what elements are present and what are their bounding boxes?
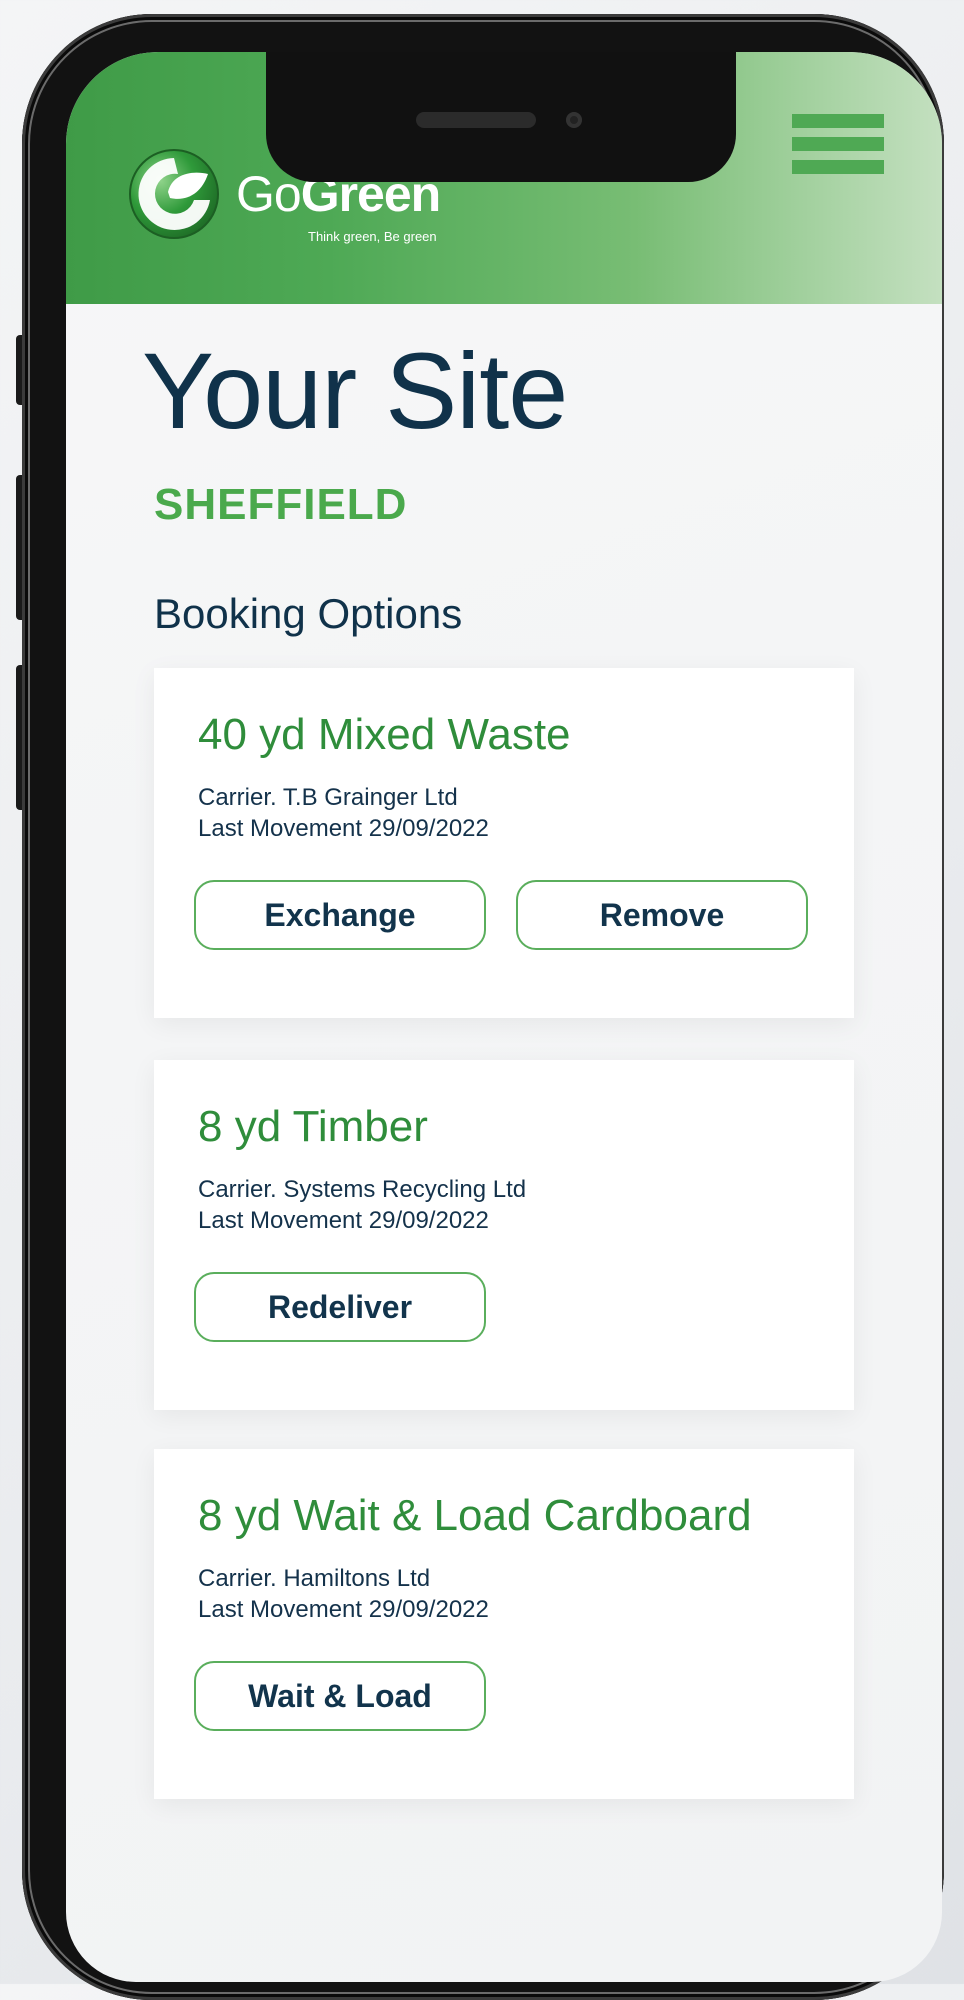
gogreen-leaf-logo-icon — [128, 148, 220, 240]
brand-tagline: Think green, Be green — [308, 229, 437, 244]
section-title: Booking Options — [154, 590, 463, 637]
booking-carrier: Carrier. Hamiltons Ltd — [198, 1565, 431, 1592]
booking-carrier: Carrier. T.B Grainger Ltd — [198, 784, 458, 811]
booking-card: 40 yd Mixed Waste Carrier. T.B Grainger … — [154, 668, 854, 1018]
menu-bar — [792, 114, 884, 128]
phone-notch — [266, 52, 736, 182]
hamburger-menu-icon[interactable] — [792, 114, 884, 174]
booking-title: 40 yd Mixed Waste — [198, 710, 571, 759]
booking-carrier: Carrier. Systems Recycling Ltd — [198, 1176, 527, 1203]
page-title: Your Site — [142, 330, 568, 451]
booking-details: Carrier. Systems Recycling Ltd Last Move… — [198, 1174, 526, 1236]
front-camera — [566, 112, 582, 128]
earpiece-speaker — [416, 112, 536, 128]
booking-card: 8 yd Wait & Load Cardboard Carrier. Hami… — [154, 1449, 854, 1799]
wait-and-load-button[interactable]: Wait & Load — [194, 1661, 486, 1731]
booking-last-movement: Last Movement 29/09/2022 — [198, 815, 489, 842]
booking-details: Carrier. Hamiltons Ltd Last Movement 29/… — [198, 1563, 489, 1625]
booking-title: 8 yd Wait & Load Cardboard — [198, 1491, 752, 1540]
phone-screen: GoGreen® Think green, Be green Your Site… — [66, 52, 942, 1982]
menu-bar — [792, 137, 884, 151]
booking-title: 8 yd Timber — [198, 1102, 428, 1151]
menu-bar — [792, 160, 884, 174]
site-name: SHEFFIELD — [154, 480, 408, 529]
remove-button[interactable]: Remove — [516, 880, 808, 950]
booking-last-movement: Last Movement 29/09/2022 — [198, 1207, 489, 1234]
exchange-button[interactable]: Exchange — [194, 880, 486, 950]
booking-last-movement: Last Movement 29/09/2022 — [198, 1596, 489, 1623]
redeliver-button[interactable]: Redeliver — [194, 1272, 486, 1342]
booking-details: Carrier. T.B Grainger Ltd Last Movement … — [198, 782, 489, 844]
booking-card: 8 yd Timber Carrier. Systems Recycling L… — [154, 1060, 854, 1410]
